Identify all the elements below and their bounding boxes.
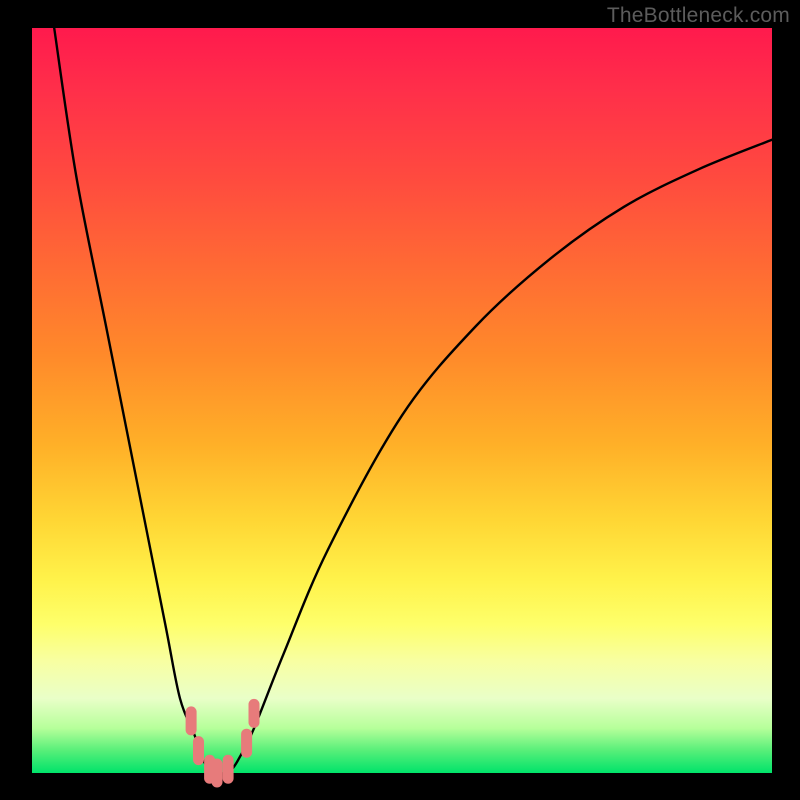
curve-highlight-markers <box>191 704 254 782</box>
bottleneck-curve <box>54 28 772 773</box>
watermark-text: TheBottleneck.com <box>607 4 790 28</box>
chart-plot-area <box>32 28 772 773</box>
chart-svg <box>32 28 772 773</box>
chart-frame: TheBottleneck.com <box>0 0 800 800</box>
